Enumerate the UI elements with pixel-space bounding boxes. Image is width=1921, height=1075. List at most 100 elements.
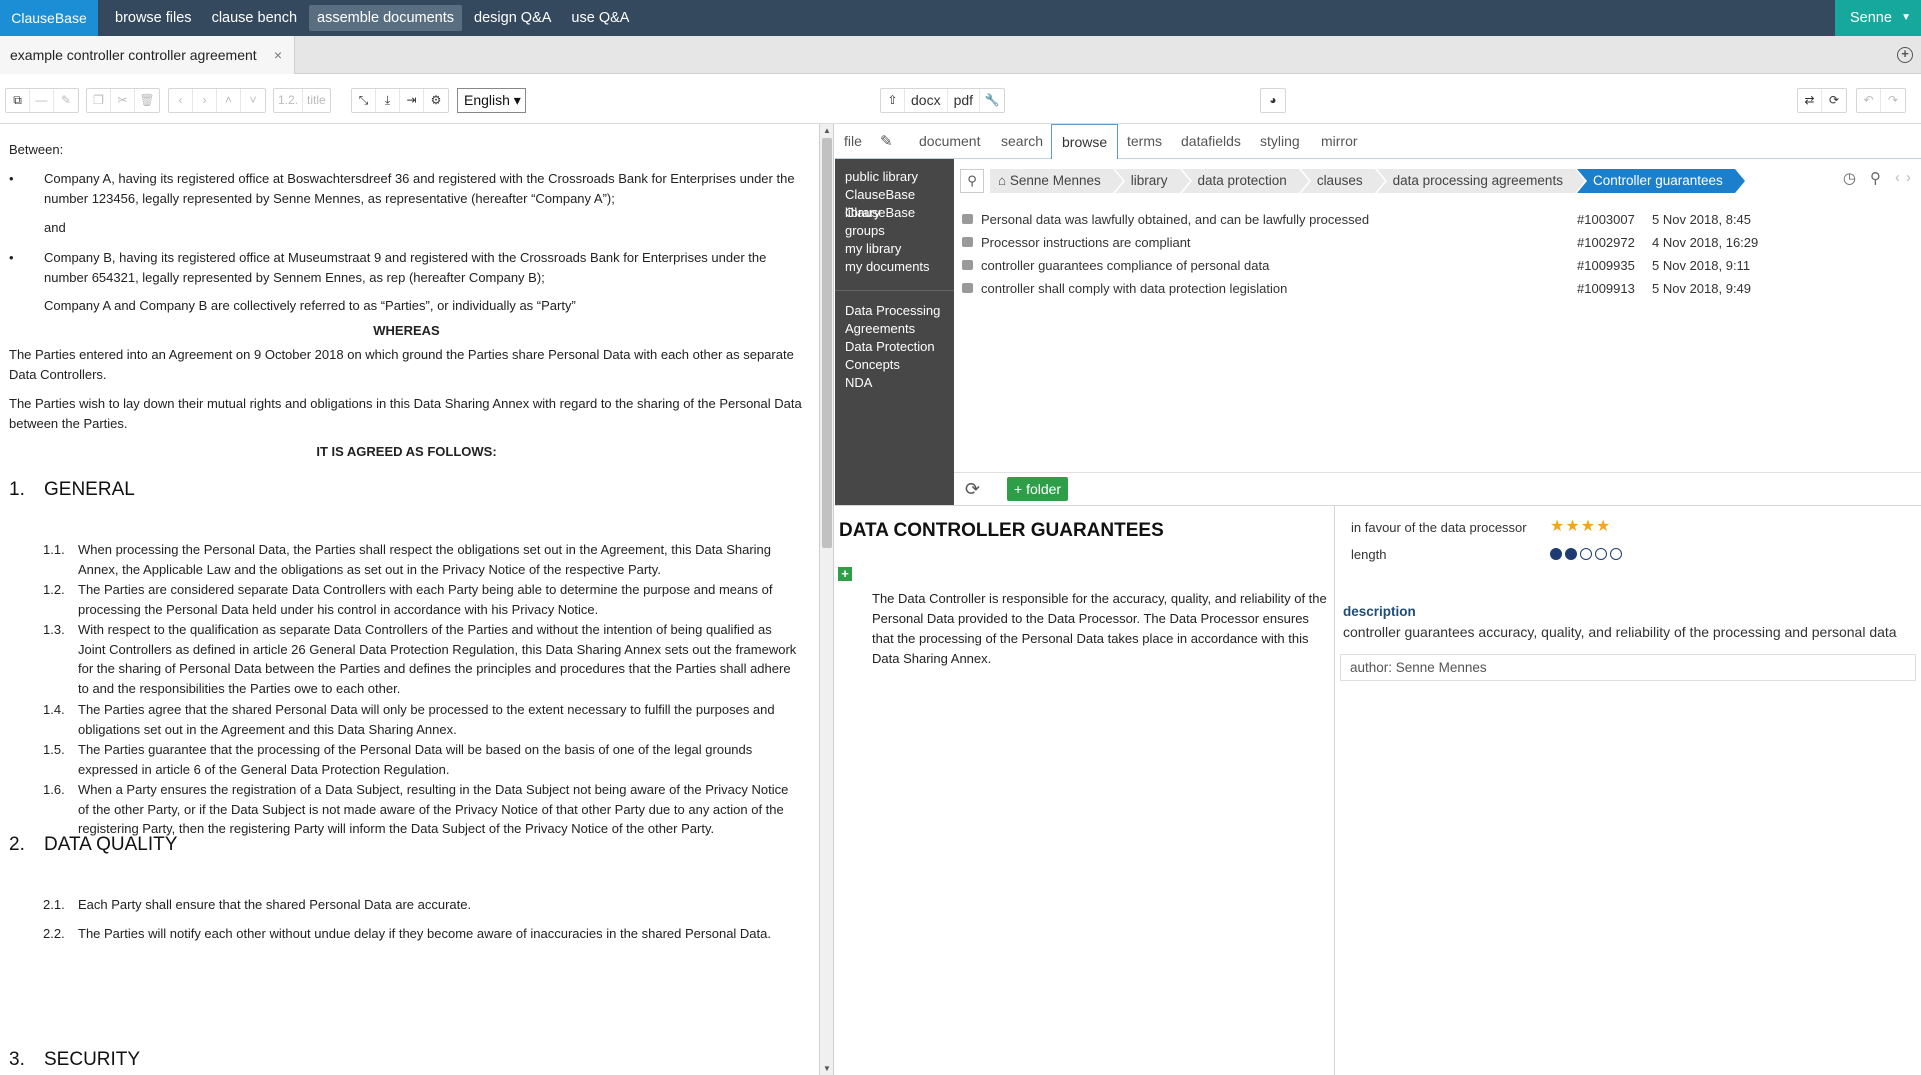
tab-styling[interactable]: styling [1260, 124, 1300, 159]
document-scrollbar[interactable]: ▲ ▼ [820, 124, 834, 1075]
insert-clause-icon[interactable]: + [838, 567, 852, 581]
pie-chart-icon[interactable]: ◕ [1261, 89, 1285, 112]
recital-1[interactable]: The Parties entered into an Agreement on… [9, 345, 804, 384]
breadcrumb-home[interactable]: ⌂ Senne Mennes [990, 169, 1123, 193]
undo-icon[interactable]: ↶ [1857, 89, 1881, 112]
browser-footer: ⟳ + folder [954, 472, 1921, 505]
nav-browse-files[interactable]: browse files [107, 5, 200, 31]
bullet-icon: • [9, 171, 14, 186]
star-icon: ★ [1565, 518, 1581, 535]
remove-icon[interactable]: — [30, 89, 54, 112]
arrow-up-icon[interactable]: ˄ [217, 89, 241, 112]
section-heading[interactable]: 2. DATA QUALITY [9, 835, 177, 855]
scrollbar-thumb[interactable] [822, 138, 832, 548]
insert-icon[interactable]: ⇥ [400, 89, 424, 112]
length-dot-icon [1565, 548, 1577, 560]
clause-icon [962, 283, 973, 293]
cut-icon[interactable]: ✂ [111, 89, 135, 112]
favour-rating-stars: ★★★★ [1550, 516, 1611, 536]
arrow-right-icon[interactable]: › [193, 89, 217, 112]
add-folder-button[interactable]: + folder [1007, 477, 1069, 501]
section-heading[interactable]: 3. SECURITY [9, 1050, 140, 1070]
docx-button[interactable]: docx [905, 89, 948, 112]
sidebar-item-clausebase-groups[interactable]: ClauseBase groups [845, 204, 950, 240]
breadcrumb-clauses[interactable]: clauses [1300, 169, 1385, 193]
clause-date: 5 Nov 2018, 8:45 [1652, 212, 1752, 227]
star-icon: ★ [1596, 518, 1612, 535]
length-dot-icon [1550, 548, 1562, 560]
new-clause-icon[interactable]: ⧉ [6, 89, 30, 112]
copy-icon[interactable]: ❐ [87, 89, 111, 112]
list-item[interactable]: controller guarantees compliance of pers… [962, 254, 1914, 277]
nav-clause-bench[interactable]: clause bench [204, 5, 305, 31]
pencil-icon[interactable]: ✎ [54, 89, 78, 112]
collective-text[interactable]: Company A and Company B are collectively… [44, 296, 576, 316]
library-pane: file ✎ document search browse terms data… [835, 124, 1921, 1075]
arrow-left-icon[interactable]: ‹ [169, 89, 193, 112]
heading-number-button[interactable]: 1.2. [274, 89, 304, 112]
tab-search[interactable]: search [1001, 124, 1043, 159]
nav-assemble-documents[interactable]: assemble documents [309, 5, 463, 31]
chevron-left-icon[interactable]: ‹ [1895, 169, 1900, 187]
document-tab[interactable]: example controller controller agreement … [0, 36, 295, 74]
tab-datafields[interactable]: datafields [1181, 124, 1241, 159]
refresh-icon[interactable]: ⟳ [965, 479, 980, 500]
trash-icon[interactable]: 🗑 [135, 89, 159, 112]
clause-date: 5 Nov 2018, 9:11 [1652, 258, 1751, 273]
tab-mirror[interactable]: mirror [1321, 124, 1358, 159]
tab-browse[interactable]: browse [1051, 124, 1119, 160]
breadcrumb-data-protection[interactable]: data protection [1181, 169, 1310, 193]
user-menu[interactable]: Senne ▼ [1835, 0, 1921, 36]
list-item[interactable]: Personal data was lawfully obtained, and… [962, 208, 1914, 231]
wrench-icon[interactable]: 🔧 [980, 89, 1004, 112]
upload-icon[interactable]: ⇧ [881, 89, 905, 112]
pencil-icon[interactable]: ✎ [880, 124, 893, 159]
gear-icon[interactable]: ⚙ [424, 89, 448, 112]
clause-text: The Parties will notify each other witho… [78, 926, 771, 941]
history-icon[interactable]: ◷ [1843, 169, 1856, 187]
brand-logo[interactable]: ClauseBase [0, 0, 98, 36]
recital-2[interactable]: The Parties wish to lay down their mutua… [9, 394, 804, 433]
collapse-icon[interactable]: ⤡ [352, 89, 376, 112]
party-a-text[interactable]: Company A, having its registered office … [44, 169, 814, 208]
list-item[interactable]: controller shall comply with data protec… [962, 277, 1914, 300]
import-icon[interactable]: ⤓ [376, 89, 400, 112]
hierarchy-icon[interactable]: ⚲ [960, 169, 984, 193]
breadcrumb-dpa[interactable]: data processing agreements [1376, 169, 1586, 193]
add-tab-icon[interactable]: + [1897, 47, 1913, 63]
clause-preview: DATA CONTROLLER GUARANTEES + The Data Co… [835, 506, 1335, 1075]
breadcrumb-controller-guarantees[interactable]: Controller guarantees [1576, 169, 1745, 193]
sidebar-item-my-documents[interactable]: my documents [845, 258, 950, 276]
compare-icon[interactable]: ⇄ [1798, 89, 1822, 112]
scroll-up-icon[interactable]: ▲ [823, 126, 831, 135]
sidebar-item-public-library[interactable]: public library [845, 168, 950, 186]
sidebar-folder-data-protection[interactable]: Data Protection Concepts [845, 338, 950, 374]
author-field[interactable]: author: Senne Mennes [1340, 654, 1916, 681]
scroll-down-icon[interactable]: ▼ [823, 1064, 831, 1073]
heading-title-button[interactable]: title [303, 89, 330, 112]
chevron-right-icon[interactable]: › [1906, 169, 1911, 187]
nav-use-qa[interactable]: use Q&A [563, 5, 637, 31]
language-select[interactable]: English ▾ [457, 88, 526, 113]
sidebar-item-my-library[interactable]: my library [845, 240, 950, 258]
close-tab-icon[interactable]: × [274, 36, 282, 74]
clause-number: 1.3. [43, 622, 65, 637]
list-item[interactable]: Processor instructions are compliant #10… [962, 231, 1914, 254]
tab-document[interactable]: document [919, 124, 980, 159]
section-number: 1. [9, 479, 25, 500]
search-icon[interactable]: ⚲ [1870, 169, 1881, 187]
nav-design-qa[interactable]: design Q&A [466, 5, 559, 31]
tab-terms[interactable]: terms [1127, 124, 1162, 159]
description-text: controller guarantees accuracy, quality,… [1343, 624, 1897, 640]
arrow-down-icon[interactable]: ˅ [241, 89, 265, 112]
redo-icon[interactable]: ↷ [1881, 89, 1905, 112]
breadcrumb-library[interactable]: library [1114, 169, 1190, 193]
sync-icon[interactable]: ⟳ [1822, 89, 1846, 112]
whereas-heading: WHEREAS [373, 323, 440, 338]
sidebar-folder-dpa[interactable]: Data Processing Agreements [845, 302, 950, 338]
tab-file[interactable]: file [844, 124, 862, 159]
section-heading[interactable]: 1. GENERAL [9, 480, 135, 500]
party-b-text[interactable]: Company B, having its registered office … [44, 248, 814, 287]
sidebar-folder-nda[interactable]: NDA [845, 374, 950, 392]
pdf-button[interactable]: pdf [948, 89, 981, 112]
